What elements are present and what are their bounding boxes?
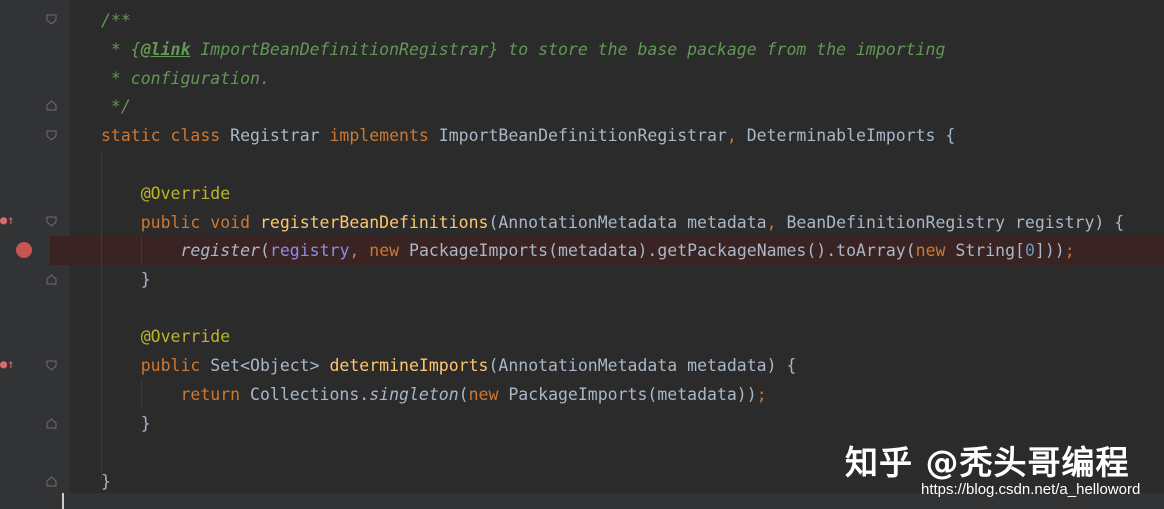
code-token: , (726, 126, 747, 145)
code-token: return (101, 385, 251, 404)
code-line[interactable]: static class Registrar implements Import… (0, 121, 1164, 150)
code-line[interactable]: */ (0, 92, 1164, 121)
code-line-text: return Collections.singleton(new Package… (101, 380, 767, 409)
code-token: */ (101, 97, 131, 116)
code-line-text: * {@link ImportBeanDefinitionRegistrar} … (101, 35, 945, 64)
code-token: ( (259, 241, 270, 260)
code-line-text: /** (101, 6, 131, 35)
fold-marker-icon[interactable] (46, 418, 57, 429)
code-token: ])) (1034, 241, 1065, 260)
code-line-text: register(registry, new PackageImports(me… (101, 236, 1075, 265)
code-token: BeanDefinitionRegistry registry) { (786, 213, 1125, 232)
code-token: * { (101, 40, 141, 59)
breakpoint-icon[interactable] (16, 242, 32, 258)
code-token: /** (101, 11, 131, 30)
code-line[interactable]: public Set<Object> determineImports(Anno… (0, 351, 1164, 380)
code-line-text: static class Registrar implements Import… (101, 121, 955, 150)
code-token: new (915, 241, 956, 260)
code-token: singleton (369, 385, 459, 404)
code-token: register (180, 241, 260, 260)
code-line-text: public void registerBeanDefinitions(Anno… (101, 208, 1125, 237)
code-line-text: } (101, 467, 111, 496)
code-token: 0 (1024, 241, 1035, 260)
code-token: registry (269, 241, 350, 260)
indent-guide (141, 237, 142, 265)
text-caret (62, 493, 64, 509)
code-line-text: } (101, 409, 151, 438)
code-token: ImportBeanDefinitionRegistrar (190, 40, 489, 59)
code-token: (AnnotationMetadata metadata) { (488, 356, 797, 375)
code-token: registerBeanDefinitions (259, 213, 489, 232)
code-line[interactable] (0, 294, 1164, 323)
code-line[interactable]: } (0, 409, 1164, 438)
code-line[interactable]: return Collections.singleton(new Package… (0, 380, 1164, 409)
code-token: DeterminableImports { (746, 126, 956, 145)
code-token: } to store the base package from the imp… (488, 40, 946, 59)
code-line-text: public Set<Object> determineImports(Anno… (101, 351, 797, 380)
code-token: PackageImports(metadata)) (508, 385, 757, 404)
code-token: static (101, 126, 171, 145)
watermark-url: https://blog.csdn.net/a_helloword (921, 481, 1141, 498)
code-token: Registrar (230, 126, 330, 145)
code-token: } (101, 414, 151, 433)
code-token: determineImports (329, 356, 489, 375)
code-line[interactable]: @Override (0, 322, 1164, 351)
indent-guide (101, 150, 102, 480)
fold-marker-icon[interactable] (46, 274, 57, 285)
code-token: new (369, 241, 410, 260)
override-gutter-icon[interactable]: ●↑ (0, 212, 14, 228)
code-line[interactable]: @Override (0, 179, 1164, 208)
code-token: ; (756, 385, 767, 404)
code-token: , (766, 213, 787, 232)
code-line[interactable]: register(registry, new PackageImports(me… (50, 236, 1164, 265)
code-token: new (468, 385, 509, 404)
fold-marker-icon[interactable] (46, 360, 57, 371)
code-token: } (101, 270, 151, 289)
fold-marker-icon[interactable] (46, 476, 57, 487)
code-token: void (210, 213, 260, 232)
code-token: @Override (101, 327, 231, 346)
override-gutter-icon[interactable]: ●↑ (0, 356, 14, 372)
code-token: Set<Object> (210, 356, 330, 375)
fold-marker-icon[interactable] (46, 100, 57, 111)
code-line-text: */ (101, 92, 131, 121)
code-line-text: @Override (101, 179, 230, 208)
code-token: Collections. (250, 385, 370, 404)
code-token: (AnnotationMetadata metadata (488, 213, 767, 232)
watermark-brand: 知乎 @秃头哥编程 (845, 443, 1130, 482)
code-line[interactable]: public void registerBeanDefinitions(Anno… (0, 208, 1164, 237)
code-line[interactable]: * configuration. (0, 64, 1164, 93)
code-token: , (349, 241, 370, 260)
code-line[interactable]: * {@link ImportBeanDefinitionRegistrar} … (0, 35, 1164, 64)
code-token: } (101, 472, 111, 491)
code-line[interactable]: /** (0, 6, 1164, 35)
code-token: implements (329, 126, 439, 145)
code-token: @link (140, 40, 191, 59)
code-line-text: } (101, 265, 151, 294)
code-token: public (101, 356, 211, 375)
code-token: ( (458, 385, 469, 404)
code-token: PackageImports(metadata).getPackageNames… (409, 241, 916, 260)
code-line-text: @Override (101, 322, 230, 351)
code-token: class (170, 126, 231, 145)
code-token: ; (1064, 241, 1075, 260)
indent-guide (141, 380, 142, 408)
fold-marker-icon[interactable] (46, 14, 57, 25)
code-token: * configuration. (101, 69, 270, 88)
code-token: String[ (955, 241, 1025, 260)
code-line-text: * configuration. (101, 64, 270, 93)
code-line[interactable] (0, 150, 1164, 179)
code-token: ImportBeanDefinitionRegistrar (438, 126, 727, 145)
fold-marker-icon[interactable] (46, 130, 57, 141)
code-token: public (101, 213, 211, 232)
code-line[interactable]: } (0, 265, 1164, 294)
fold-marker-icon[interactable] (46, 216, 57, 227)
code-token: @Override (101, 184, 231, 203)
